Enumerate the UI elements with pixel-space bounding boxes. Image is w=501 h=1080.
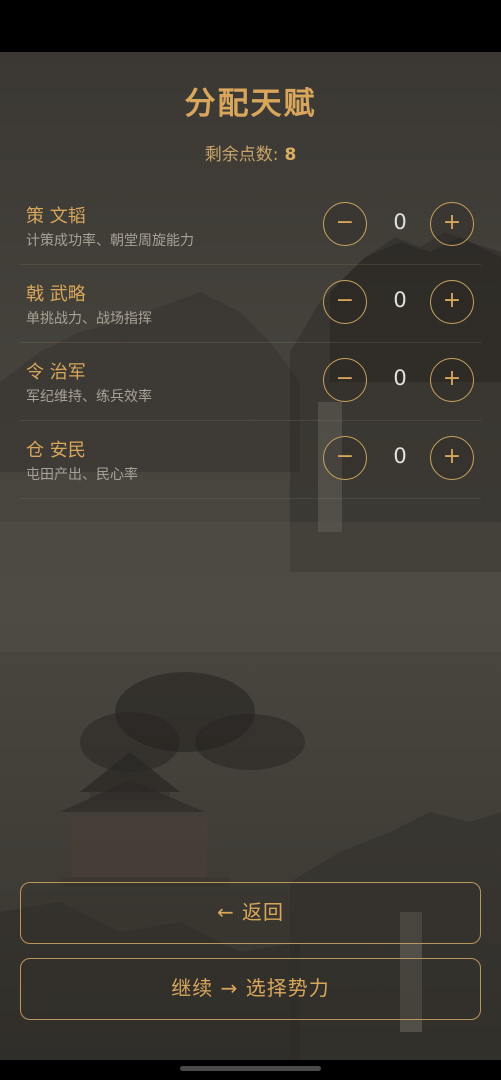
talent-name: 仓 安民 xyxy=(26,440,86,461)
talent-row-anmin: 仓 安民 屯田产出、民心率 − 0 + xyxy=(20,420,481,499)
decrement-button[interactable]: − xyxy=(323,436,367,480)
page-title: 分配天赋 xyxy=(184,86,317,122)
talent-value: 0 xyxy=(393,444,407,468)
talent-name: 令 治军 xyxy=(26,362,86,383)
talent-row-zhijun: 令 治军 军纪维持、练兵效率 − 0 + xyxy=(20,342,481,421)
status-bar xyxy=(0,0,501,52)
increment-button[interactable]: + xyxy=(430,202,474,246)
talent-value: 0 xyxy=(393,366,407,390)
home-indicator[interactable] xyxy=(180,1066,321,1071)
continue-button[interactable]: 继续 → 选择势力 xyxy=(20,958,481,1020)
remaining-points: 剩余点数: 8 xyxy=(0,140,501,165)
remaining-points-label: 剩余点数: xyxy=(204,145,279,165)
navigation-bar xyxy=(0,1060,501,1080)
app-screen: 分配天赋 剩余点数: 8 策 文韬 计策成功率、朝堂周旋能力 − 0 + 戟 武略… xyxy=(0,0,501,1080)
talent-description: 计策成功率、朝堂周旋能力 xyxy=(26,233,194,249)
talent-row-wentao: 策 文韬 计策成功率、朝堂周旋能力 − 0 + xyxy=(20,186,481,265)
decrement-button[interactable]: − xyxy=(323,358,367,402)
talent-value: 0 xyxy=(393,288,407,312)
talent-name: 策 文韬 xyxy=(26,206,86,227)
decrement-button[interactable]: − xyxy=(323,202,367,246)
talent-description: 军纪维持、练兵效率 xyxy=(26,389,152,405)
increment-button[interactable]: + xyxy=(430,280,474,324)
remaining-points-value: 8 xyxy=(284,145,297,165)
decrement-button[interactable]: − xyxy=(323,280,367,324)
talent-row-wulue: 戟 武略 单挑战力、战场指挥 − 0 + xyxy=(20,264,481,343)
talent-description: 屯田产出、民心率 xyxy=(26,467,138,483)
back-button[interactable]: ← 返回 xyxy=(20,882,481,944)
increment-button[interactable]: + xyxy=(430,436,474,480)
talent-description: 单挑战力、战场指挥 xyxy=(26,311,152,327)
talent-value: 0 xyxy=(393,210,407,234)
talent-name: 戟 武略 xyxy=(26,284,86,305)
talent-allocation-panel: 分配天赋 剩余点数: 8 策 文韬 计策成功率、朝堂周旋能力 − 0 + 戟 武略… xyxy=(0,52,501,1060)
increment-button[interactable]: + xyxy=(430,358,474,402)
